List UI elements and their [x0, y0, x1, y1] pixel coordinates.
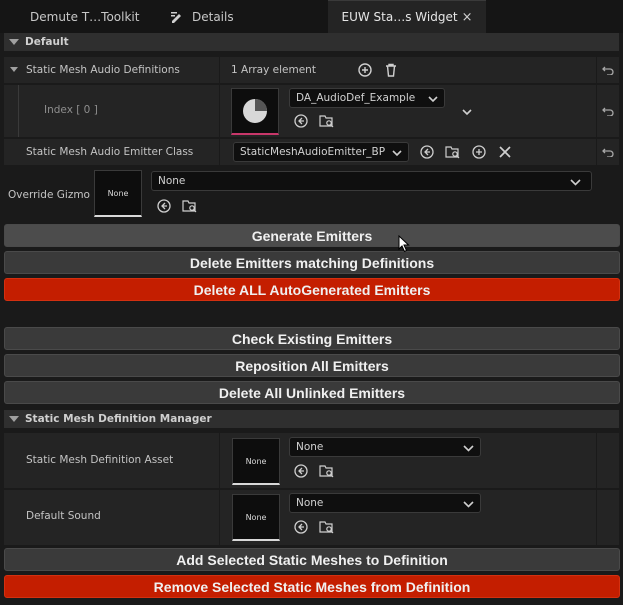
- clear-icon[interactable]: [497, 144, 513, 160]
- use-selected-icon[interactable]: [293, 519, 309, 535]
- pencil-icon: [170, 10, 186, 24]
- mouse-cursor-icon: [398, 234, 410, 256]
- category-default[interactable]: Default: [4, 33, 619, 51]
- chevron-down-icon: [428, 94, 438, 106]
- chevron-down-icon: [463, 499, 474, 511]
- delete-all-autogenerated-button[interactable]: Delete ALL AutoGenerated Emitters: [4, 278, 620, 301]
- browse-icon[interactable]: [319, 519, 335, 535]
- emitter-class-label: Static Mesh Audio Emitter Class: [26, 146, 194, 158]
- default-sound-value: None: [296, 497, 324, 509]
- check-existing-emitters-button[interactable]: Check Existing Emitters: [4, 327, 620, 350]
- browse-icon[interactable]: [319, 113, 335, 129]
- tab-label: Demute T…Toolkit: [30, 9, 140, 24]
- asset-thumbnail[interactable]: [231, 88, 279, 135]
- emitter-class-value: StaticMeshAudioEmitter_BP: [240, 146, 386, 158]
- close-icon[interactable]: ×: [462, 10, 473, 25]
- collapse-arrow-icon[interactable]: [9, 39, 19, 45]
- browse-icon[interactable]: [182, 198, 198, 214]
- array-count: 1 Array element: [231, 64, 316, 76]
- reset-icon[interactable]: [597, 139, 619, 165]
- audio-definitions-label: Static Mesh Audio Definitions: [26, 64, 180, 76]
- override-gizmo-label: Override Gizmo: [8, 189, 90, 201]
- details-panel: Default Static Mesh Audio Definitions 1 …: [0, 33, 623, 605]
- row-override-gizmo: Override Gizmo None None: [4, 167, 619, 221]
- definition-asset-thumbnail[interactable]: None: [232, 438, 280, 485]
- use-selected-icon[interactable]: [293, 463, 309, 479]
- tab-bar: Demute T…Toolkit Details EUW Sta…s Widge…: [0, 0, 623, 33]
- remove-selected-meshes-button[interactable]: Remove Selected Static Meshes from Defin…: [4, 575, 620, 598]
- default-sound-label: Default Sound: [26, 510, 101, 522]
- emitter-class-combo[interactable]: StaticMeshAudioEmitter_BP: [233, 142, 409, 162]
- row-emitter-class: Static Mesh Audio Emitter Class StaticMe…: [4, 139, 619, 166]
- chevron-down-icon: [392, 148, 402, 160]
- category-title: Static Mesh Definition Manager: [25, 413, 212, 425]
- gizmo-combo[interactable]: None: [151, 171, 592, 191]
- trash-icon[interactable]: [383, 62, 399, 78]
- tab-details[interactable]: Details: [170, 0, 234, 33]
- browse-icon[interactable]: [319, 463, 335, 479]
- expand-arrow-icon[interactable]: [10, 67, 18, 72]
- gizmo-combo-value: None: [158, 175, 186, 187]
- gizmo-thumbnail[interactable]: None: [94, 170, 142, 217]
- tab-label: EUW Sta…s Widget: [341, 10, 458, 24]
- chevron-down-icon: [570, 177, 581, 189]
- tab-label: Details: [192, 9, 234, 24]
- tab-euw-widget[interactable]: EUW Sta…s Widget ×: [328, 0, 486, 33]
- add-icon[interactable]: [471, 144, 487, 160]
- asset-combo[interactable]: DA_AudioDef_Example: [289, 88, 445, 108]
- add-selected-meshes-button[interactable]: Add Selected Static Meshes to Definition: [4, 548, 620, 571]
- browse-icon[interactable]: [445, 144, 461, 160]
- default-sound-thumbnail[interactable]: None: [232, 494, 280, 541]
- chevron-down-icon: [463, 443, 474, 455]
- delete-unlinked-emitters-button[interactable]: Delete All Unlinked Emitters: [4, 381, 620, 404]
- reset-icon[interactable]: [597, 85, 619, 137]
- reposition-emitters-button[interactable]: Reposition All Emitters: [4, 354, 620, 377]
- use-selected-icon[interactable]: [293, 113, 309, 129]
- row-definition-asset: Static Mesh Definition Asset None None: [4, 433, 619, 489]
- collapse-arrow-icon[interactable]: [9, 416, 19, 422]
- tab-demute-toolkit[interactable]: Demute T…Toolkit: [30, 0, 139, 33]
- use-selected-icon[interactable]: [156, 198, 172, 214]
- category-title: Default: [25, 36, 69, 48]
- index-label: Index [ 0 ]: [44, 104, 98, 116]
- add-element-icon[interactable]: [357, 62, 373, 78]
- asset-combo-value: DA_AudioDef_Example: [296, 92, 416, 104]
- delete-matching-emitters-button[interactable]: Delete Emitters matching Definitions: [4, 251, 620, 274]
- generate-emitters-button[interactable]: Generate Emitters: [4, 224, 620, 247]
- definition-asset-value: None: [296, 441, 324, 453]
- data-asset-icon: [243, 99, 267, 123]
- default-sound-combo[interactable]: None: [289, 493, 481, 513]
- row-index-0: Index [ 0 ] DA_AudioDef_Example: [4, 85, 619, 138]
- use-selected-icon[interactable]: [419, 144, 435, 160]
- reset-icon[interactable]: [597, 57, 619, 83]
- definition-asset-combo[interactable]: None: [289, 437, 481, 457]
- row-audio-definitions: Static Mesh Audio Definitions 1 Array el…: [4, 57, 619, 84]
- category-definition-manager[interactable]: Static Mesh Definition Manager: [4, 410, 619, 428]
- chevron-down-icon[interactable]: [459, 104, 475, 120]
- row-default-sound: Default Sound None None: [4, 490, 619, 546]
- definition-asset-label: Static Mesh Definition Asset: [26, 454, 174, 466]
